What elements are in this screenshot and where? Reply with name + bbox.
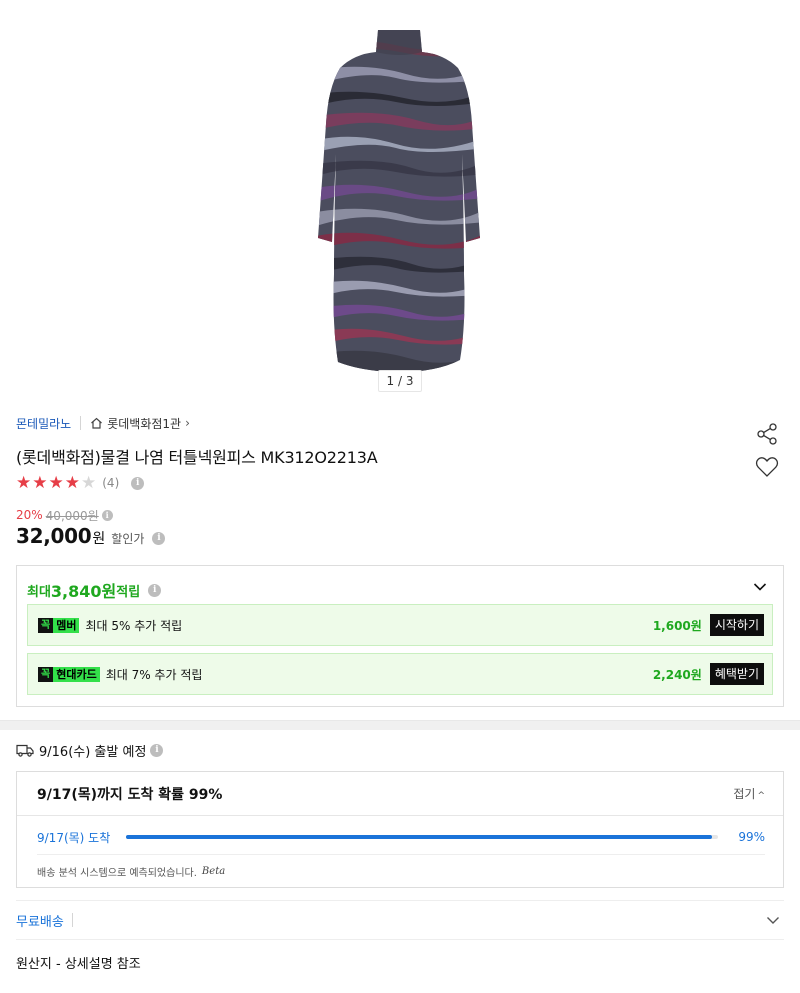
- price-row: 32,000 원 할인가 i: [16, 524, 166, 552]
- benefit-amount: 1,600원: [652, 618, 702, 633]
- star-icon: ★: [32, 472, 48, 493]
- points-amount: 3,840원: [50, 582, 117, 601]
- free-shipping-row[interactable]: 무료배송: [16, 900, 784, 940]
- info-icon[interactable]: i: [148, 583, 162, 597]
- info-icon[interactable]: i: [152, 531, 166, 545]
- star-empty-icon: ★: [81, 472, 97, 493]
- points-suffix: 적립: [116, 584, 141, 600]
- currency-won: 원: [92, 531, 106, 547]
- card-tag: 꼭 현대카드: [38, 666, 100, 682]
- eta-note-text: 배송 분석 시스템으로 예측되었습니다.: [37, 868, 197, 879]
- info-icon[interactable]: i: [101, 509, 113, 521]
- benefit-description: 최대 5% 추가 적립: [85, 618, 183, 633]
- sale-label: 할인가: [111, 532, 145, 546]
- star-icon: ★: [64, 472, 80, 493]
- chevron-right-icon: ›: [185, 416, 190, 430]
- delivery-estimate-panel: 9/17(목)까지 도착 확률 99% 접기 ^ 9/17(목) 도착 99% 배…: [16, 771, 784, 888]
- tag-label: 현대카드: [56, 668, 97, 681]
- eta-progress-fill: [126, 835, 713, 839]
- home-icon: [91, 417, 103, 429]
- origin-info: 원산지 - 상세설명 참조: [16, 957, 141, 972]
- tag-label: 멤버: [56, 619, 77, 632]
- tag-mark: 꼭: [38, 617, 54, 633]
- benefit-description: 최대 7% 추가 적립: [105, 667, 203, 682]
- benefit-row-member: 꼭 멤버 최대 5% 추가 적립 1,600원 시작하기: [27, 604, 773, 646]
- divider: [71, 913, 73, 927]
- review-count[interactable]: (4): [102, 476, 119, 490]
- departure-row: 9/16(수) 출발 예정 i: [16, 741, 164, 760]
- share-button[interactable]: [755, 422, 779, 446]
- brand-row: 몬테밀라노 롯데백화점1관 ›: [16, 414, 190, 432]
- wishlist-button[interactable]: [755, 456, 779, 478]
- store-name: 롯데백화점1관: [107, 416, 182, 431]
- eta-note: 배송 분석 시스템으로 예측되었습니다. Beta: [37, 864, 225, 879]
- brand-link[interactable]: 몬테밀라노: [16, 415, 71, 432]
- info-icon[interactable]: i: [150, 743, 164, 757]
- start-button[interactable]: 시작하기: [709, 614, 764, 636]
- eta-progress-row: 9/17(목) 도착 99%: [37, 828, 765, 846]
- fold-label: 접기: [733, 787, 756, 801]
- fold-button[interactable]: 접기 ^: [733, 785, 765, 802]
- points-panel: 최대 3,840원 적립 i 꼭 멤버 최대 5% 추가 적립 1,600원 시…: [16, 565, 784, 707]
- star-icon: ★: [48, 472, 64, 493]
- truck-icon: [16, 744, 34, 757]
- benefit-amount: 2,240원: [652, 667, 702, 682]
- member-tag: 꼭 멤버: [38, 617, 80, 633]
- rating[interactable]: ★ ★ ★ ★ ★ (4) i: [16, 472, 145, 493]
- discount-row: 20% 40,000원 i: [16, 507, 113, 523]
- beta-label: Beta: [201, 866, 226, 877]
- product-image-gallery[interactable]: 1 / 3: [0, 0, 800, 392]
- heart-icon: [755, 457, 779, 477]
- info-icon[interactable]: i: [131, 476, 145, 490]
- original-price: 40,000원: [45, 508, 99, 523]
- eta-progress-track: [126, 835, 719, 839]
- eta-date: 9/17(목) 도착: [37, 830, 111, 845]
- chevron-down-icon[interactable]: [753, 582, 767, 592]
- free-shipping-label: 무료배송: [16, 914, 64, 930]
- points-header[interactable]: 최대 3,840원 적립 i: [27, 578, 162, 602]
- chevron-down-icon: [767, 916, 779, 924]
- sale-price: 32,000: [16, 524, 92, 548]
- eta-percent: 99%: [738, 830, 765, 844]
- departure-text: 9/16(수) 출발 예정: [39, 744, 147, 760]
- section-divider: [0, 720, 800, 730]
- share-icon: [757, 423, 777, 445]
- discount-percent: 20%: [16, 508, 43, 522]
- tag-mark: 꼭: [38, 666, 54, 682]
- product-title: (롯데백화점)물결 나염 터틀넥원피스 MK312O2213A: [16, 448, 378, 467]
- eta-title: 9/17(목)까지 도착 확률 99%: [37, 786, 223, 803]
- points-prefix: 최대: [27, 584, 51, 600]
- eta-header[interactable]: 9/17(목)까지 도착 확률 99% 접기 ^: [17, 772, 783, 816]
- star-icon: ★: [16, 472, 32, 493]
- product-image[interactable]: [316, 24, 484, 374]
- divider: [80, 416, 82, 430]
- chevron-up-icon: ^: [757, 791, 765, 801]
- divider: [37, 854, 765, 855]
- benefit-row-card: 꼭 현대카드 최대 7% 추가 적립 2,240원 혜택받기: [27, 653, 773, 695]
- store-link[interactable]: 롯데백화점1관 ›: [90, 415, 190, 432]
- get-benefit-button[interactable]: 혜택받기: [709, 663, 764, 685]
- image-pager: 1 / 3: [378, 370, 422, 392]
